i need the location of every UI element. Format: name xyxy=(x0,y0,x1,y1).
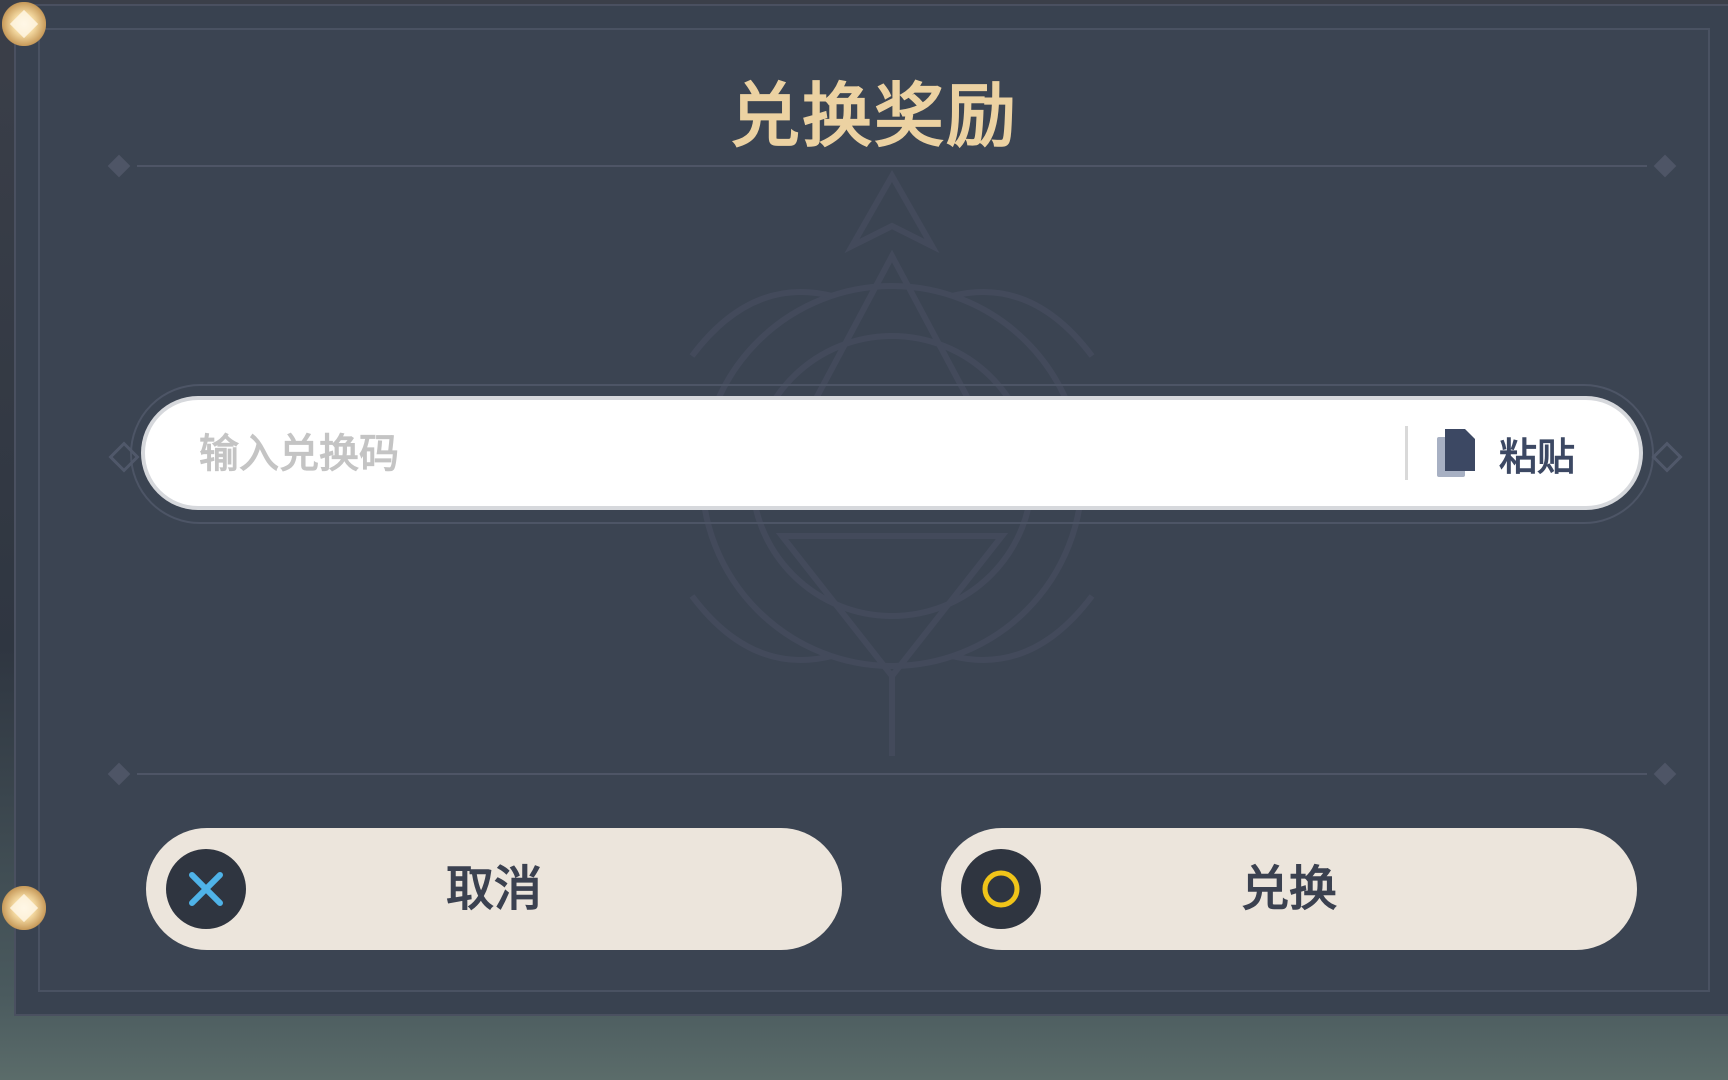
top-left-corner-ornament xyxy=(2,2,46,46)
right-input-ornament xyxy=(1651,441,1683,473)
bottom-left-corner-ornament xyxy=(2,886,46,930)
code-input-container: 粘贴 xyxy=(145,400,1639,508)
document-copy-icon xyxy=(1437,429,1475,477)
cancel-label: 取消 xyxy=(445,861,542,917)
bottom-divider xyxy=(97,762,1687,786)
cancel-button[interactable]: 取消 xyxy=(146,828,842,950)
redeem-dialog: 兑换奖励 粘贴 xyxy=(2,2,1728,1016)
redeem-button[interactable]: 兑换 xyxy=(941,828,1637,950)
paste-label: 粘贴 xyxy=(1499,434,1576,479)
paste-button[interactable]: 粘贴 xyxy=(1435,420,1605,486)
input-separator xyxy=(1405,426,1408,480)
redeem-label: 兑换 xyxy=(1240,861,1337,917)
dialog-title: 兑换奖励 xyxy=(730,75,1018,157)
redeem-code-input[interactable] xyxy=(197,400,1401,508)
